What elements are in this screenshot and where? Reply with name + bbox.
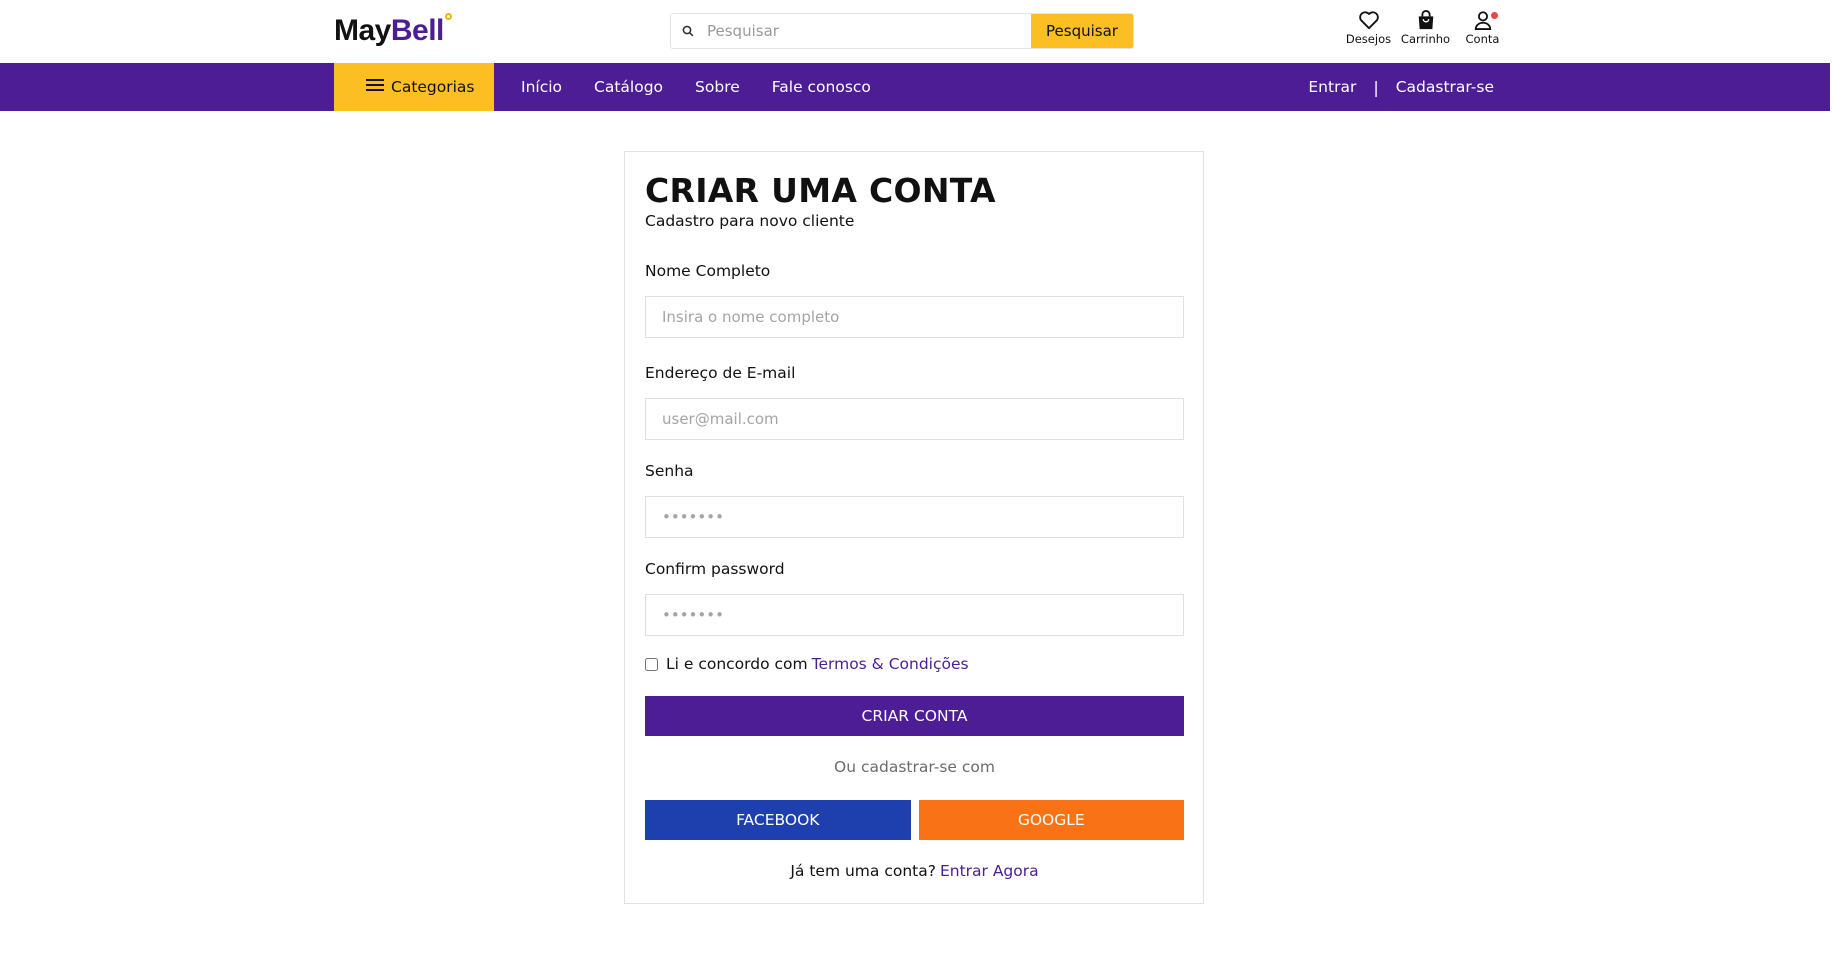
login-now-link[interactable]: Entrar Agora <box>940 862 1039 880</box>
google-button[interactable]: GOOGLE <box>918 800 1184 840</box>
cart-link[interactable]: Carrinho <box>1397 10 1454 46</box>
wishlist-link[interactable]: Desejos <box>1340 10 1397 46</box>
name-label: Nome Completo <box>645 262 771 280</box>
auth-links: Entrar | Cadastrar-se <box>1308 63 1494 111</box>
search-bar: Pesquisar <box>670 13 1134 49</box>
facebook-button[interactable]: FACEBOOK <box>645 800 911 840</box>
logo[interactable]: MayBell <box>334 13 452 48</box>
have-account-text: Já tem uma conta? <box>790 862 936 880</box>
logo-dot-icon <box>444 13 452 20</box>
wishlist-label: Desejos <box>1345 32 1392 46</box>
full-name-input[interactable] <box>645 296 1184 338</box>
top-header: MayBell Pesquisar Desejos Carrinho C <box>0 0 1833 63</box>
create-account-button[interactable]: CRIAR CONTA <box>645 696 1184 736</box>
nav-link-sobre[interactable]: Sobre <box>695 78 740 96</box>
main-nav: Categorias Início Catálogo Sobre Fale co… <box>0 63 1830 111</box>
terms-link[interactable]: Termos & Condições <box>812 655 969 673</box>
password-input[interactable] <box>645 496 1184 538</box>
terms-checkbox[interactable] <box>645 657 658 671</box>
register-card: CRIAR UMA CONTA Cadastro para novo clien… <box>624 151 1204 904</box>
or-register-with-text: Ou cadastrar-se com <box>834 758 995 776</box>
notification-badge <box>1491 12 1498 19</box>
email-input[interactable] <box>645 398 1184 440</box>
nav-links: Início Catálogo Sobre Fale conosco <box>521 63 871 111</box>
account-label: Conta <box>1465 32 1500 46</box>
heart-icon <box>1358 10 1380 30</box>
auth-separator: | <box>1373 77 1379 97</box>
cart-label: Carrinho <box>1400 32 1451 46</box>
menu-icon <box>366 78 384 96</box>
nav-link-inicio[interactable]: Início <box>521 78 562 96</box>
terms-row: Li e concordo com Termos & Condições <box>645 655 969 673</box>
header-icons: Desejos Carrinho Conta <box>1340 10 1511 46</box>
nav-link-fale-conosco[interactable]: Fale conosco <box>772 78 871 96</box>
page-title: CRIAR UMA CONTA <box>645 171 996 210</box>
logo-part-bell: Bell <box>390 14 445 47</box>
categories-button[interactable]: Categorias <box>334 63 494 111</box>
nav-link-catalogo[interactable]: Catálogo <box>594 78 663 96</box>
password-label: Senha <box>645 462 694 480</box>
categories-label: Categorias <box>391 78 475 96</box>
page-subtitle: Cadastro para novo cliente <box>645 212 855 231</box>
user-icon <box>1472 10 1494 30</box>
social-buttons: FACEBOOK GOOGLE <box>645 800 1184 840</box>
email-label: Endereço de E-mail <box>645 364 796 382</box>
confirm-password-input[interactable] <box>645 594 1184 636</box>
bag-icon <box>1415 10 1437 30</box>
logo-part-may: May <box>334 14 391 47</box>
nav-login-link[interactable]: Entrar <box>1308 78 1356 96</box>
search-input[interactable] <box>705 14 1031 48</box>
terms-text: Li e concordo com <box>666 655 808 673</box>
login-prompt: Já tem uma conta? Entrar Agora <box>645 862 1184 880</box>
search-button[interactable]: Pesquisar <box>1031 14 1133 48</box>
account-link[interactable]: Conta <box>1454 10 1511 46</box>
nav-register-link[interactable]: Cadastrar-se <box>1396 78 1494 96</box>
confirm-password-label: Confirm password <box>645 560 785 578</box>
search-icon <box>671 14 705 48</box>
